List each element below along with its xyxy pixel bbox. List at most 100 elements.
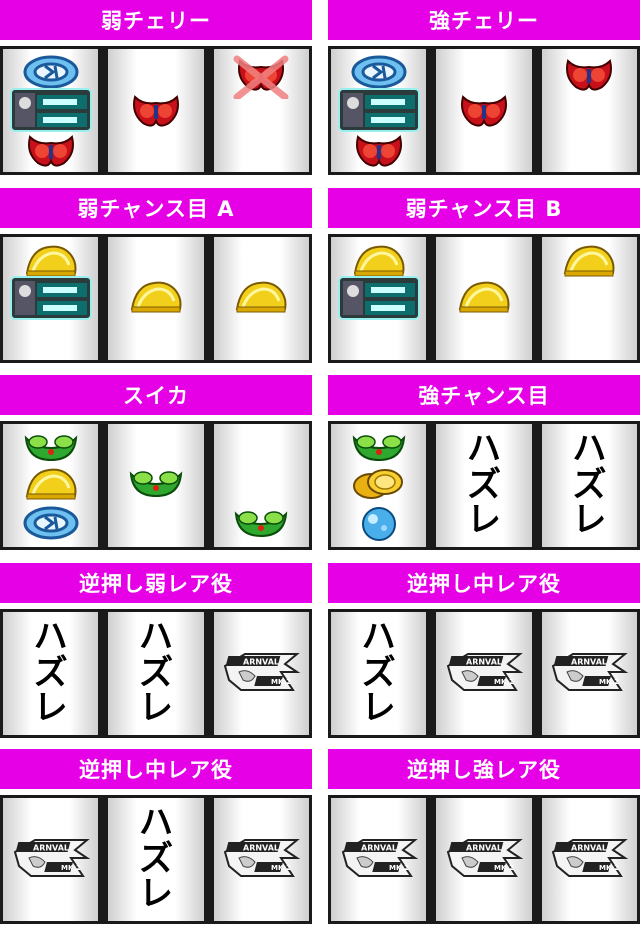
reel: ハズレ	[108, 798, 204, 921]
reel-window: ARNVAL MK.2 ハズレ ARNVAL MK.2	[0, 795, 312, 924]
svg-text:MK.2: MK.2	[271, 678, 291, 686]
bell-symbol	[233, 279, 289, 319]
reel-window: ハズレ ハズレ	[328, 421, 640, 550]
role-title: 強チャンス目	[328, 375, 640, 415]
cherry-symbol	[24, 131, 78, 175]
role-panel: 強チャンス目ハズレ ハズレ	[328, 375, 640, 550]
svg-text:MK.2: MK.2	[494, 864, 514, 872]
arnval-mk2-symbol: ARNVAL MK.2	[339, 832, 419, 888]
reel-window	[0, 46, 312, 175]
arnval-mk2-symbol: ARNVAL MK.2	[444, 832, 524, 888]
arnval-mk2-symbol: ARNVAL MK.2	[549, 646, 629, 702]
svg-text:ARNVAL: ARNVAL	[243, 843, 279, 852]
role-title: 弱チャンス目 B	[328, 188, 640, 228]
reel	[541, 49, 637, 172]
reel	[3, 424, 99, 547]
role-title: 逆押し弱レア役	[0, 563, 312, 603]
reel	[213, 49, 309, 172]
watermelon-symbol	[232, 506, 290, 544]
arnval-mk2-symbol: ARNVAL MK.2	[221, 832, 301, 888]
reel: ARNVAL MK.2	[541, 798, 637, 921]
cherry-symbol	[457, 91, 511, 135]
role-title: 逆押し中レア役	[0, 749, 312, 789]
bell-symbol	[561, 243, 617, 283]
reel	[436, 49, 532, 172]
svg-text:ARNVAL: ARNVAL	[571, 843, 607, 852]
role-panel: 弱チャンス目 B	[328, 188, 640, 363]
reel: ハズレ	[3, 612, 99, 735]
role-panel: 強チェリー	[328, 0, 640, 175]
role-panel: 弱チャンス目 A	[0, 188, 312, 363]
cherry-symbol	[129, 91, 183, 135]
reel: ハズレ	[108, 612, 204, 735]
reel-window	[328, 46, 640, 175]
reel	[331, 424, 427, 547]
coin-symbol	[351, 466, 407, 504]
arnval-mk2-symbol: ARNVAL MK.2	[444, 646, 524, 702]
strare-symbol	[9, 275, 93, 325]
hazure-label: ハズレ	[33, 616, 68, 729]
role-panel: スイカ	[0, 375, 312, 550]
svg-text:MK.2: MK.2	[494, 678, 514, 686]
role-panel: 逆押し強レア役 ARNVAL MK.2 ARNVAL MK.2 ARNVAL MK.2	[328, 749, 640, 924]
role-panel: 弱チェリー	[0, 0, 312, 175]
role-title: 弱チャンス目 A	[0, 188, 312, 228]
reel: ハズレ	[541, 424, 637, 547]
reel	[541, 237, 637, 360]
reel	[436, 237, 532, 360]
svg-text:MK.2: MK.2	[61, 864, 81, 872]
bell-symbol	[23, 466, 79, 506]
hazure-label: ハズレ	[138, 802, 173, 915]
reel: ARNVAL MK.2	[331, 798, 427, 921]
reel	[213, 424, 309, 547]
ring-symbol	[23, 506, 79, 544]
role-title: 逆押し強レア役	[328, 749, 640, 789]
hazure-label: ハズレ	[466, 428, 501, 541]
role-title: スイカ	[0, 375, 312, 415]
orb-symbol	[357, 506, 401, 546]
watermelon-symbol	[22, 430, 80, 468]
svg-text:MK.2: MK.2	[389, 864, 409, 872]
reel-window: ARNVAL MK.2 ARNVAL MK.2 ARNVAL MK.2	[328, 795, 640, 924]
reel: ARNVAL MK.2	[436, 612, 532, 735]
bell-symbol	[456, 279, 512, 319]
reel: ハズレ	[436, 424, 532, 547]
arnval-mk2-symbol: ARNVAL MK.2	[549, 832, 629, 888]
svg-text:ARNVAL: ARNVAL	[33, 843, 69, 852]
svg-text:ARNVAL: ARNVAL	[571, 657, 607, 666]
hazure-label: ハズレ	[361, 616, 396, 729]
strare-symbol	[337, 275, 421, 325]
reel-window	[328, 234, 640, 363]
role-panel: 逆押し中レア役ハズレ ARNVAL MK.2 ARNVAL MK.2	[328, 563, 640, 738]
arnval-mk2-symbol: ARNVAL MK.2	[221, 646, 301, 702]
cherry-symbol	[562, 55, 616, 99]
reel	[3, 237, 99, 360]
hazure-label: ハズレ	[572, 428, 607, 541]
reel	[108, 49, 204, 172]
reel	[3, 49, 99, 175]
cherry-symbol	[352, 131, 406, 175]
reel-window	[0, 234, 312, 363]
role-panel: 逆押し弱レア役ハズレ ハズレ ARNVAL MK.2	[0, 563, 312, 738]
role-title: 強チェリー	[328, 0, 640, 40]
svg-text:ARNVAL: ARNVAL	[243, 657, 279, 666]
reel: ARNVAL MK.2	[213, 798, 309, 921]
reel: ARNVAL MK.2	[436, 798, 532, 921]
watermelon-symbol	[350, 430, 408, 468]
svg-text:ARNVAL: ARNVAL	[466, 843, 502, 852]
reel: ハズレ	[331, 612, 427, 735]
cherry-x-symbol	[231, 55, 291, 103]
svg-text:MK.2: MK.2	[599, 864, 619, 872]
reel: ARNVAL MK.2	[3, 798, 99, 921]
role-title: 弱チェリー	[0, 0, 312, 40]
reel-window: ハズレ ARNVAL MK.2 ARNVAL MK.2	[328, 609, 640, 738]
reel	[331, 237, 427, 360]
watermelon-symbol	[127, 466, 185, 504]
role-panel: 逆押し中レア役 ARNVAL MK.2 ハズレ ARNVAL MK.2	[0, 749, 312, 924]
bell-symbol	[128, 279, 184, 319]
reel	[331, 49, 427, 175]
strare-symbol	[9, 87, 93, 137]
reel: ARNVAL MK.2	[541, 612, 637, 735]
reel: ARNVAL MK.2	[213, 612, 309, 735]
reel	[108, 424, 204, 547]
